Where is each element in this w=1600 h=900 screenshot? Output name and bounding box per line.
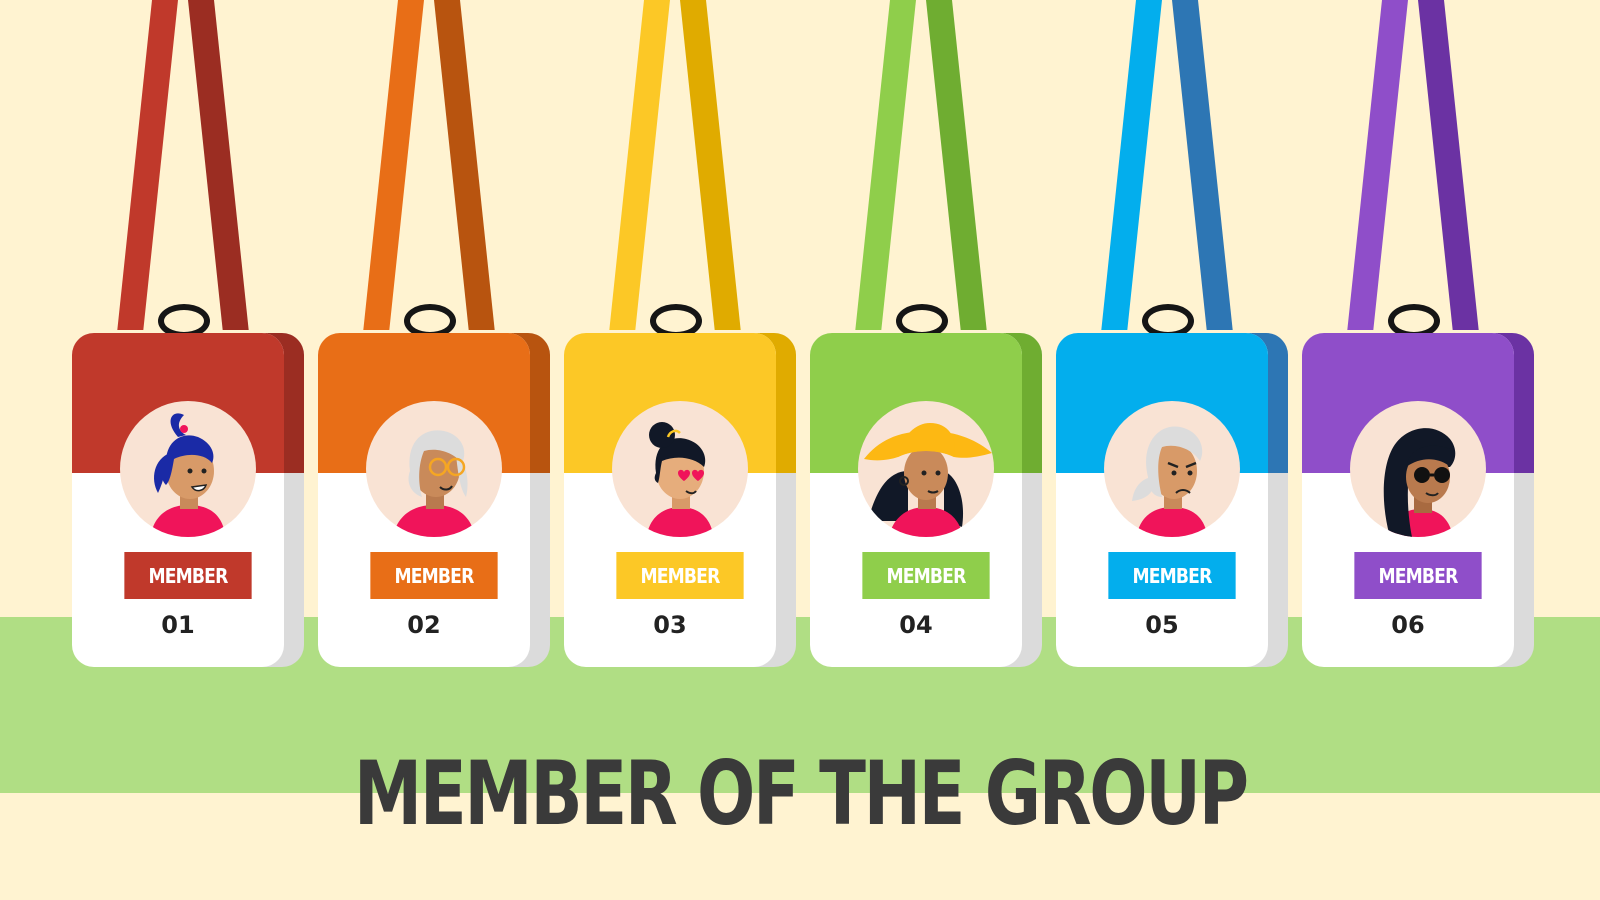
lanyard-strap-back [1172,0,1233,330]
member-label: MEMBER [862,552,990,599]
member-label: MEMBER [1354,552,1482,599]
badge-card: MEMBER 02 [318,333,530,667]
member-number: 02 [407,611,441,639]
badge-card: MEMBER 03 [564,333,776,667]
badge-2: MEMBER 02 [318,0,550,668]
page-title-text: MEMBER OF THE GROUP [353,742,1249,845]
badge-5: MEMBER 05 [1056,0,1288,668]
woman-gray-hair-frown-icon [1104,401,1240,537]
badge-4: MEMBER 04 [810,0,1042,668]
badge-card: MEMBER 01 [72,333,284,667]
badge-card: MEMBER 06 [1302,333,1514,667]
lanyard-strap-front [363,0,424,330]
woman-yellow-hat-icon [858,401,994,537]
badge-1: MEMBER 01 [72,0,304,668]
lanyard-strap-front [855,0,916,330]
woman-hair-bun-heart-eyes-icon [612,401,748,537]
lanyard-strap-back [1418,0,1479,330]
woman-gray-hair-glasses-icon [366,401,502,537]
page-title: MEMBER OF THE GROUP [0,744,1600,844]
lanyard-strap-front [1101,0,1162,330]
member-number: 03 [653,611,687,639]
lanyard-strap-back [680,0,741,330]
member-number: 06 [1391,611,1425,639]
lanyard-strap-front [117,0,178,330]
badge-card: MEMBER 04 [810,333,1022,667]
member-label: MEMBER [616,552,744,599]
woman-blue-ponytail-icon [120,401,256,537]
member-label: MEMBER [370,552,498,599]
lanyard-strap-back [434,0,495,330]
badge-3: MEMBER 03 [564,0,796,668]
lanyard-strap-back [188,0,249,330]
badge-6: MEMBER 06 [1302,0,1534,668]
lanyard-strap-front [1347,0,1408,330]
member-number: 01 [161,611,195,639]
member-number: 05 [1145,611,1179,639]
member-label: MEMBER [1108,552,1236,599]
woman-sunglasses-long-hair-icon [1350,401,1486,537]
badge-card: MEMBER 05 [1056,333,1268,667]
lanyard-strap-front [609,0,670,330]
lanyard-strap-back [926,0,987,330]
member-number: 04 [899,611,933,639]
member-label: MEMBER [124,552,252,599]
